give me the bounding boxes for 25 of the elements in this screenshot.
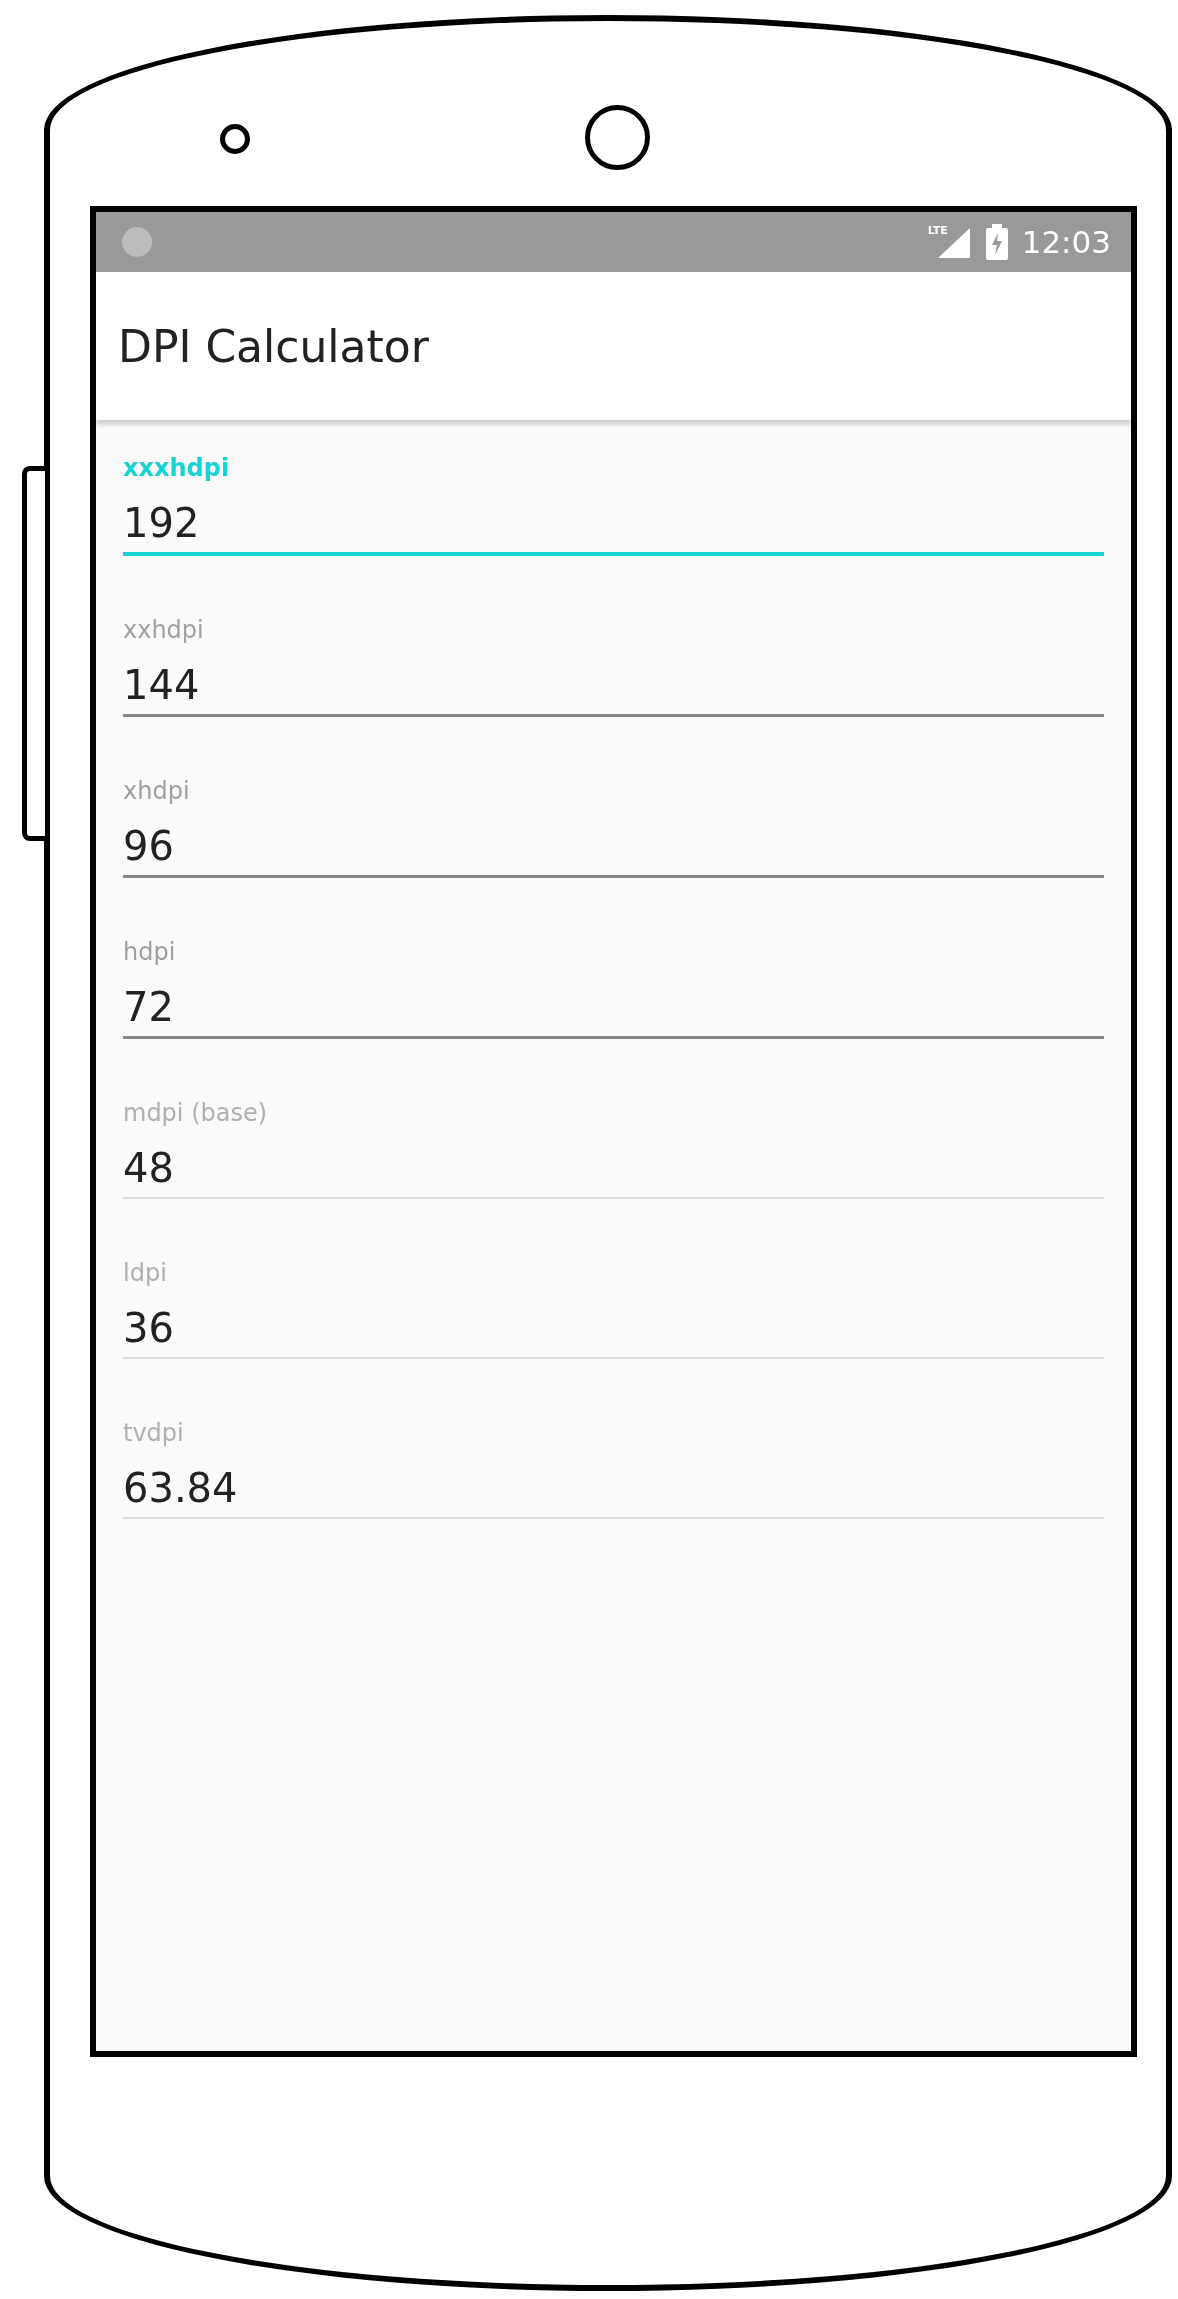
field-label: xxxhdpi: [123, 454, 231, 482]
field-value: 48: [123, 1145, 175, 1191]
field-label: ldpi: [123, 1259, 168, 1287]
text-field[interactable]: hdpi 72: [123, 926, 1104, 1039]
field-value: 192: [123, 500, 201, 546]
field-value: 144: [123, 662, 201, 708]
field-label: mdpi (base): [123, 1099, 269, 1127]
field-label: tvdpi: [123, 1419, 185, 1447]
network-type: LTE: [927, 224, 948, 237]
text-field[interactable]: xhdpi 96: [123, 765, 1104, 878]
field-label: xhdpi: [123, 777, 191, 805]
field-value: 72: [123, 984, 175, 1030]
sensor-dot: [220, 124, 250, 154]
text-field[interactable]: xxhdpi 144: [123, 604, 1104, 717]
field-label: xxhdpi: [123, 616, 205, 644]
field-value: 96: [123, 823, 175, 869]
app-title: DPI Calculator: [118, 320, 429, 372]
status-time: 12:03: [1021, 224, 1111, 260]
notification-icon: [122, 227, 152, 257]
battery-icon: [985, 224, 1008, 260]
text-field[interactable]: xxxhdpi 192: [123, 442, 1104, 556]
field-value: 36: [123, 1305, 175, 1351]
field-value: 63.84: [123, 1465, 239, 1511]
camera-lens: [585, 105, 650, 170]
field-label: hdpi: [123, 938, 177, 966]
